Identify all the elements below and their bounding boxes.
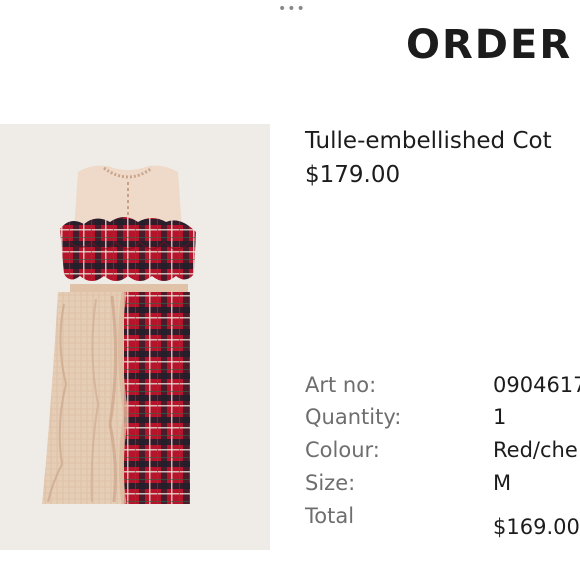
product-photo	[42, 165, 196, 505]
size-value: M	[493, 471, 512, 495]
quantity-label: Quantity:	[305, 405, 402, 429]
size-label: Size:	[305, 471, 356, 495]
total-label: Total	[305, 504, 355, 528]
colour-value: Red/che	[493, 438, 578, 462]
art-no-value: 0904617	[493, 373, 580, 397]
product-price: $179.00	[305, 162, 401, 188]
product-name[interactable]: Tulle-embellished Cot	[305, 128, 552, 154]
quantity-value: 1	[493, 405, 507, 429]
product-image[interactable]	[0, 124, 270, 550]
art-no-label: Art no:	[305, 373, 377, 397]
colour-label: Colour:	[305, 438, 380, 462]
more-horizontal-icon[interactable]: •••	[278, 2, 306, 16]
total-value: $169.00	[493, 515, 580, 539]
page-title: ORDER	[406, 22, 573, 68]
